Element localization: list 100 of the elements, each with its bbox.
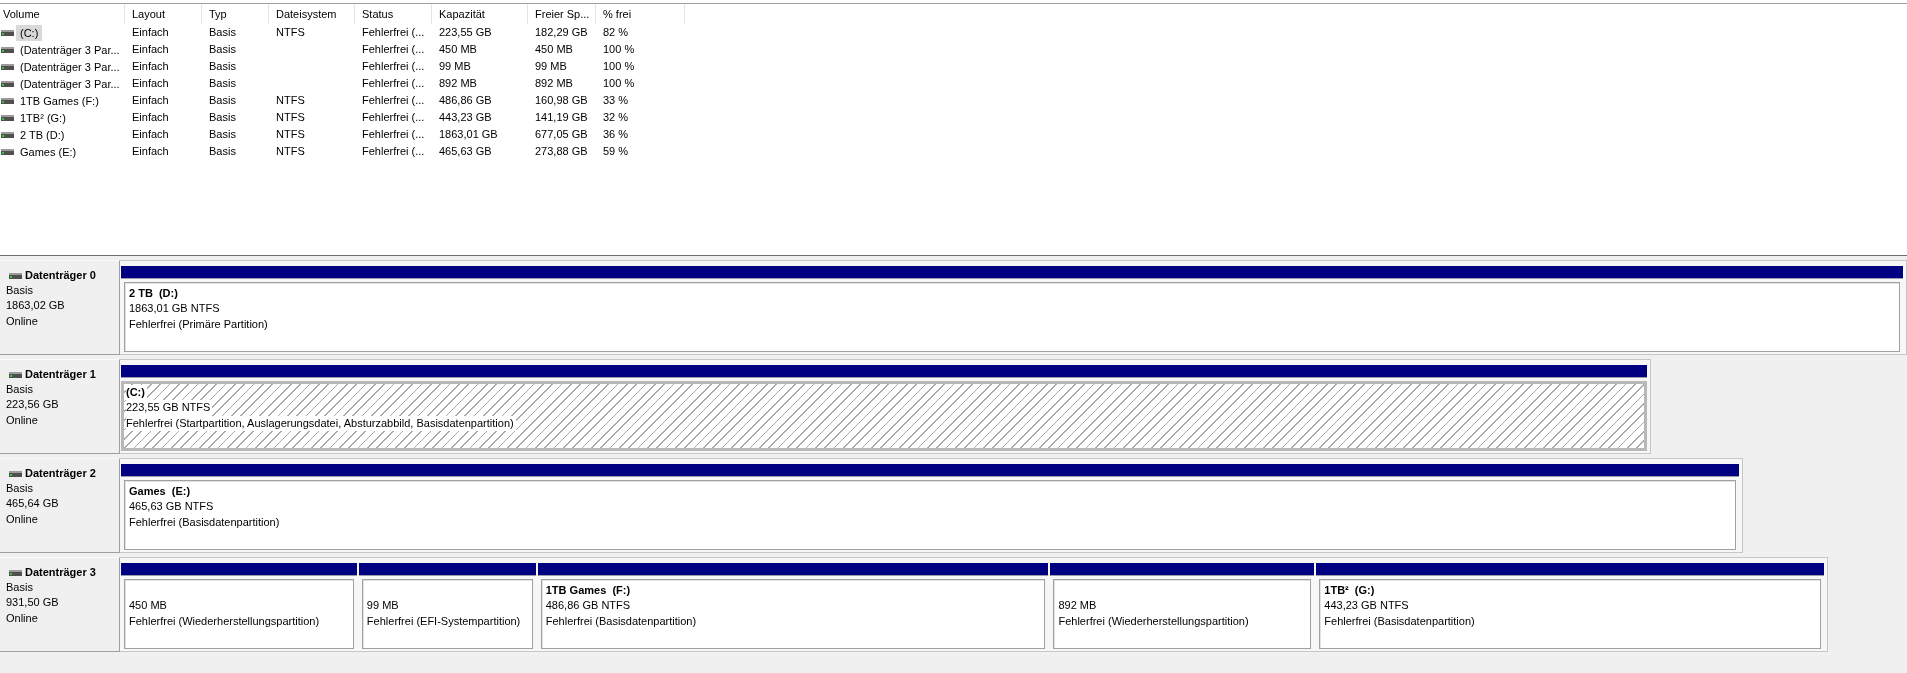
drive-icon — [1, 29, 14, 36]
partition-size: 443,23 GB NTFS — [1324, 598, 1409, 614]
disk-name: Datenträger 3 — [25, 565, 96, 580]
drive-icon — [1, 63, 14, 70]
partition-panel[interactable]: 99 MB Fehlerfrei (EFI-Systempartition) — [361, 579, 533, 649]
column-header[interactable]: Layout — [125, 4, 202, 24]
disk-status: Online — [6, 511, 38, 527]
table-cell-text: Einfach — [131, 127, 170, 142]
table-cell-text: Basis — [208, 59, 237, 74]
table-cell-text: 36 % — [602, 127, 630, 142]
list-item-label[interactable]: (C:) — [16, 24, 43, 41]
table-cell-text: Fehlerfrei (... — [361, 93, 426, 108]
table-cell-text: Fehlerfrei (... — [361, 42, 426, 57]
partition-panel[interactable]: 2 TB (D:) 1863,01 GB NTFS Fehlerfrei (Primäre Partition) — [124, 282, 1900, 352]
partition-size: 1863,01 GB NTFS — [129, 301, 220, 317]
column-header[interactable]: Status — [355, 4, 432, 24]
table-cell-text: 892 MB — [534, 76, 574, 91]
table-cell-text: 273,88 GB — [534, 144, 589, 159]
partition-size: 486,86 GB NTFS — [545, 598, 631, 614]
drive-icon — [1, 148, 14, 155]
table-cell-text: 100 % — [602, 76, 636, 91]
list-item-label[interactable]: (Datenträger 3 Par... — [16, 58, 124, 75]
table-cell-text: Basis — [208, 42, 237, 57]
disk-info-panel[interactable]: Datenträger 3 Basis 931,50 GB Online — [0, 557, 120, 652]
column-header[interactable]: Dateisystem — [269, 4, 355, 24]
table-cell-text: Basis — [208, 76, 237, 91]
table-cell-text: Basis — [208, 110, 237, 125]
disk-drive-icon — [9, 272, 22, 279]
partition-size: 465,63 GB NTFS — [129, 499, 214, 515]
column-header[interactable]: % frei — [596, 4, 685, 24]
disk-info-panel[interactable]: Datenträger 2 Basis 465,64 GB Online — [0, 458, 120, 553]
table-cell-text: 100 % — [602, 59, 636, 74]
table-cell-text: Basis — [208, 25, 237, 40]
drive-icon — [1, 97, 14, 104]
disk-status: Online — [6, 412, 38, 428]
partition-status: Fehlerfrei (EFI-Systempartition) — [366, 613, 521, 629]
partition-panel[interactable]: (C:) 223,55 GB NTFS Fehlerfrei (Startpartition, Auslagerungsdatei, Absturzabbild, Basisdatenpartition) — [121, 381, 1647, 451]
table-cell-text: NTFS — [275, 93, 306, 108]
table-cell-text: 182,29 GB — [534, 25, 589, 40]
partition-size: 892 MB — [1058, 598, 1097, 614]
partition-status: Fehlerfrei (Wiederherstellungspartition) — [129, 613, 320, 629]
partition-panel[interactable]: Games (E:) 465,63 GB NTFS Fehlerfrei (Basisdatenpartition) — [124, 480, 1736, 550]
disk-drive-icon — [9, 371, 22, 378]
table-cell-text: 450 MB — [438, 42, 478, 57]
partition-panel[interactable]: 1TB² (G:) 443,23 GB NTFS Fehlerfrei (Basisdatenpartition) — [1319, 579, 1821, 649]
drive-icon — [1, 46, 14, 53]
table-cell-text: 33 % — [602, 93, 630, 108]
table-cell-text: Einfach — [131, 59, 170, 74]
list-item-label[interactable]: Games (E:) — [16, 143, 81, 160]
partition-status: Fehlerfrei (Basisdatenpartition) — [129, 514, 280, 530]
table-cell-text: Fehlerfrei (... — [361, 25, 426, 40]
partition-panel[interactable]: 1TB Games (F:) 486,86 GB NTFS Fehlerfrei (Basisdatenpartition) — [540, 579, 1046, 649]
table-cell-text: 892 MB — [438, 76, 478, 91]
partition-size: 223,55 GB NTFS — [126, 400, 213, 416]
column-header[interactable]: Typ — [202, 4, 269, 24]
table-cell-text: 450 MB — [534, 42, 574, 57]
partition-name: 1TB Games (F:) — [545, 583, 631, 598]
disk-status: Online — [6, 610, 38, 626]
list-item-label[interactable]: 1TB Games (F:) — [16, 92, 103, 109]
list-item-label[interactable]: (Datenträger 3 Par... — [16, 75, 124, 92]
table-cell-text: Einfach — [131, 76, 170, 91]
partition-status: Fehlerfrei (Basisdatenpartition) — [1324, 613, 1475, 629]
disk-capacity: 931,50 GB — [6, 595, 59, 611]
table-cell-text: Fehlerfrei (... — [361, 76, 426, 91]
disk-name: Datenträger 0 — [25, 268, 96, 283]
table-cell-text: Einfach — [131, 110, 170, 125]
table-cell-text: 677,05 GB — [534, 127, 589, 142]
table-cell-text: 443,23 GB — [438, 110, 493, 125]
table-cell-text: Fehlerfrei (... — [361, 59, 426, 74]
table-cell-text: NTFS — [275, 127, 306, 142]
column-header[interactable]: Volume — [0, 4, 125, 24]
table-cell-text: 32 % — [602, 110, 630, 125]
table-cell-text: 99 MB — [438, 59, 472, 74]
table-cell-text: 99 MB — [534, 59, 568, 74]
table-cell-text: Fehlerfrei (... — [361, 127, 426, 142]
table-cell-text: Basis — [208, 144, 237, 159]
disk-type: Basis — [6, 580, 33, 596]
disk-drive-icon — [9, 470, 22, 477]
partition-status: Fehlerfrei (Wiederherstellungspartition) — [1058, 613, 1249, 629]
partition-size: 99 MB — [366, 598, 399, 614]
drive-icon — [1, 80, 14, 87]
disk-info-panel[interactable]: Datenträger 1 Basis 223,56 GB Online — [0, 359, 120, 454]
table-cell-text: 82 % — [602, 25, 630, 40]
list-item-label[interactable]: (Datenträger 3 Par... — [16, 41, 124, 58]
partition-panel[interactable]: 450 MB Fehlerfrei (Wiederherstellungspartition) — [124, 579, 354, 649]
drive-icon — [1, 114, 14, 121]
disk-type: Basis — [6, 283, 33, 299]
partition-name: 1TB² (G:) — [1324, 583, 1375, 598]
disk-info-panel[interactable]: Datenträger 0 Basis 1863,02 GB Online — [0, 260, 120, 355]
list-item-label[interactable]: 2 TB (D:) — [16, 126, 69, 143]
list-item-label[interactable]: 1TB² (G:) — [16, 109, 70, 126]
table-cell-text: Fehlerfrei (... — [361, 110, 426, 125]
table-cell-text: 141,19 GB — [534, 110, 589, 125]
column-header[interactable]: Freier Sp... — [528, 4, 596, 24]
partition-size: 450 MB — [129, 598, 167, 614]
table-cell-text: Basis — [208, 93, 237, 108]
partition-status: Fehlerfrei (Basisdatenpartition) — [545, 613, 697, 629]
column-header[interactable]: Kapazität — [432, 4, 528, 24]
partition-panel[interactable]: 892 MB Fehlerfrei (Wiederherstellungspartition) — [1053, 579, 1312, 649]
disk-drive-icon — [9, 569, 22, 576]
